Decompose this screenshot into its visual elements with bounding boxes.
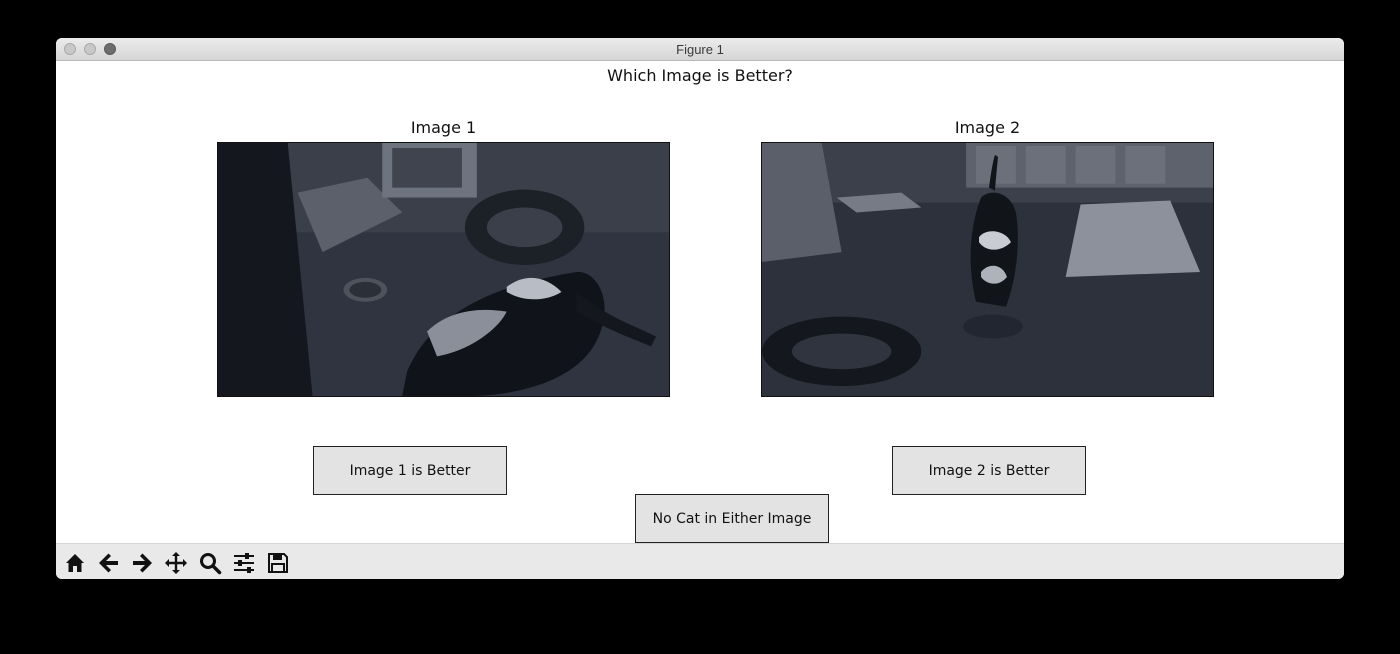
figure-canvas: Which Image is Better? Image 1 Image 2 I…	[56, 61, 1344, 543]
pan-button[interactable]	[161, 548, 191, 578]
navigation-toolbar	[56, 543, 1344, 579]
configure-subplots-button[interactable]	[229, 548, 259, 578]
forward-arrow-icon	[133, 553, 152, 573]
save-button[interactable]	[263, 548, 293, 578]
image2-photo	[761, 142, 1214, 397]
figure-window: Figure 1 Which Image is Better? Image 1 …	[56, 38, 1344, 579]
zoom-button[interactable]	[195, 548, 225, 578]
image2-better-button[interactable]: Image 2 is Better	[892, 446, 1086, 495]
image1-photo	[217, 142, 670, 397]
configure-subplots-icon	[234, 553, 254, 573]
pan-move-icon	[165, 552, 187, 574]
save-floppy-icon	[268, 553, 288, 573]
figure-suptitle: Which Image is Better?	[607, 66, 793, 85]
home-button[interactable]	[60, 548, 90, 578]
title-bar[interactable]: Figure 1	[56, 38, 1344, 61]
no-cat-button[interactable]: No Cat in Either Image	[635, 494, 829, 543]
back-button[interactable]	[94, 548, 124, 578]
image2-title: Image 2	[954, 118, 1021, 137]
image1-title: Image 1	[410, 118, 477, 137]
back-arrow-icon	[99, 553, 118, 573]
window-title: Figure 1	[676, 42, 724, 57]
zoom-magnifier-icon	[200, 553, 222, 575]
forward-button[interactable]	[127, 548, 157, 578]
image1-better-button[interactable]: Image 1 is Better	[313, 446, 507, 495]
home-icon	[66, 554, 84, 572]
